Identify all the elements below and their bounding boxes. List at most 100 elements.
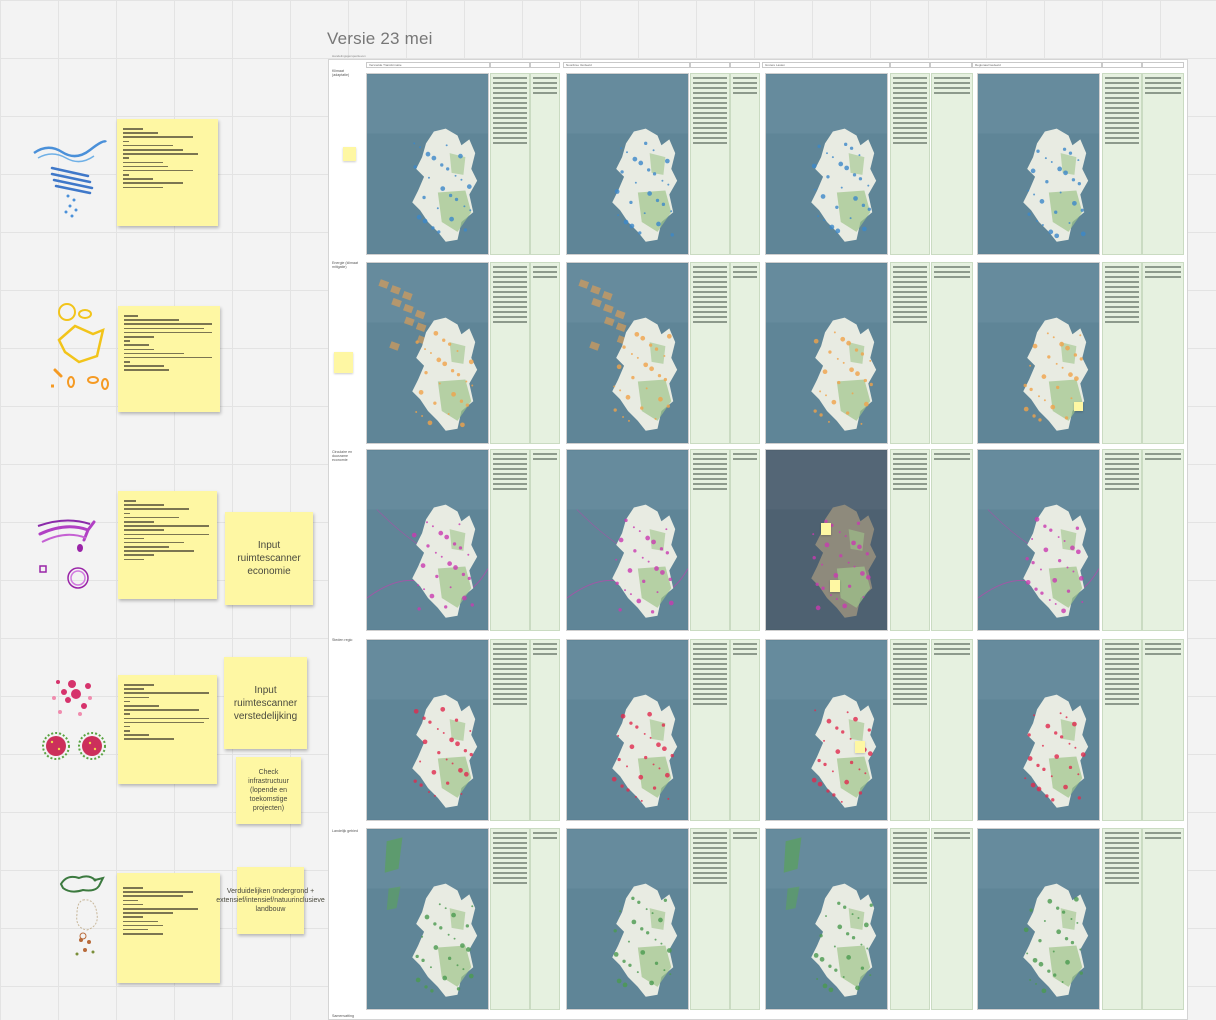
sticky-input-verstedelijking[interactable]: Input ruimtescanner verstedelijking: [224, 657, 307, 749]
notes-column[interactable]: [1142, 449, 1184, 631]
mini-sticky-economie-a[interactable]: [821, 523, 831, 535]
mini-sticky-energie[interactable]: [334, 352, 353, 373]
notes-column[interactable]: [1102, 828, 1142, 1010]
notes-column[interactable]: [890, 639, 930, 821]
sticky-check-infrastructuur[interactable]: Check infrastructuur (lopende en toekoms…: [236, 757, 301, 824]
notes-column[interactable]: [690, 639, 730, 821]
map-thumbnail[interactable]: [765, 262, 888, 444]
sticky-input-economie[interactable]: Input ruimtescanner economie: [225, 512, 313, 605]
notes-column[interactable]: [690, 449, 730, 631]
notes-column[interactable]: [730, 639, 760, 821]
notes-column[interactable]: [1102, 262, 1142, 444]
mini-sticky-klimaat[interactable]: [343, 147, 356, 161]
notes-column[interactable]: [931, 828, 973, 1010]
note-line: [493, 862, 527, 864]
map-thumbnail[interactable]: [977, 449, 1100, 631]
landelijk-doodle-icon[interactable]: [55, 870, 115, 960]
note-line: [1105, 653, 1139, 655]
notes-column[interactable]: [690, 828, 730, 1010]
map-thumbnail[interactable]: [977, 73, 1100, 255]
notes-column[interactable]: [1142, 262, 1184, 444]
notes-column[interactable]: [530, 73, 560, 255]
notes-column[interactable]: [931, 73, 973, 255]
note-line: [893, 698, 927, 700]
map-thumbnail[interactable]: [566, 828, 689, 1010]
notes-column[interactable]: [1142, 73, 1184, 255]
notes-column[interactable]: [1142, 639, 1184, 821]
notes-column[interactable]: [530, 262, 560, 444]
note-line: [893, 301, 927, 303]
note-line: [893, 87, 927, 89]
map-thumbnail[interactable]: [977, 262, 1100, 444]
map-thumbnail[interactable]: [566, 639, 689, 821]
notes-column[interactable]: [890, 449, 930, 631]
note-line: [533, 77, 557, 79]
water-doodle-icon[interactable]: [30, 128, 110, 220]
map-thumbnail[interactable]: [765, 828, 888, 1010]
map-thumbnail[interactable]: [566, 262, 689, 444]
note-line: [893, 316, 927, 318]
notes-column[interactable]: [690, 262, 730, 444]
note-line: [693, 87, 727, 89]
sticky-energie-legend[interactable]: [118, 306, 220, 412]
energie-doodle-icon[interactable]: [45, 300, 120, 395]
map-thumbnail[interactable]: [366, 73, 489, 255]
note-line: [1105, 648, 1139, 650]
sticky-water-legend[interactable]: [117, 119, 218, 226]
notes-column[interactable]: [890, 73, 930, 255]
notes-column[interactable]: [730, 449, 760, 631]
note-line: [893, 658, 927, 660]
note-line: [493, 847, 527, 849]
notes-column[interactable]: [890, 262, 930, 444]
notes-column[interactable]: [931, 639, 973, 821]
note-line: [493, 306, 527, 308]
mini-sticky-steden[interactable]: [855, 741, 865, 753]
map-thumbnail[interactable]: [765, 449, 888, 631]
notes-column[interactable]: [490, 262, 530, 444]
note-line: [893, 281, 927, 283]
note-line: [1105, 837, 1139, 839]
notes-column[interactable]: [490, 73, 530, 255]
note-line: [693, 102, 727, 104]
notes-column[interactable]: [1102, 449, 1142, 631]
notes-column[interactable]: [490, 639, 530, 821]
notes-column[interactable]: [1142, 828, 1184, 1010]
map-thumbnail[interactable]: [765, 73, 888, 255]
notes-column[interactable]: [931, 449, 973, 631]
map-thumbnail[interactable]: [366, 262, 489, 444]
notes-column[interactable]: [530, 639, 560, 821]
notes-column[interactable]: [890, 828, 930, 1010]
map-thumbnail[interactable]: [566, 449, 689, 631]
notes-column[interactable]: [730, 73, 760, 255]
note-line: [893, 137, 927, 139]
map-thumbnail[interactable]: [366, 449, 489, 631]
notes-column[interactable]: [1102, 639, 1142, 821]
notes-column[interactable]: [730, 262, 760, 444]
map-thumbnail[interactable]: [566, 73, 689, 255]
sticky-verduidelijken-landbouw[interactable]: Verduidelijken ondergrond + extensief/in…: [216, 867, 325, 934]
notes-column[interactable]: [931, 262, 973, 444]
note-line: [493, 102, 527, 104]
map-thumbnail[interactable]: [765, 639, 888, 821]
economie-doodle-icon[interactable]: [36, 512, 101, 594]
notes-column[interactable]: [690, 73, 730, 255]
sticky-landelijk-legend[interactable]: [117, 873, 220, 983]
notes-column[interactable]: [530, 449, 560, 631]
column-header-2: Noordzee Verdeeld: [563, 62, 690, 68]
notes-column[interactable]: [530, 828, 560, 1010]
map-thumbnail[interactable]: [977, 639, 1100, 821]
sticky-steden-legend[interactable]: [118, 675, 217, 784]
map-thumbnail[interactable]: [366, 828, 489, 1010]
sticky-economie-legend[interactable]: [118, 491, 217, 599]
notes-column[interactable]: [490, 828, 530, 1010]
note-line: [893, 127, 927, 129]
steden-doodle-icon[interactable]: [40, 672, 120, 772]
notes-column[interactable]: [1102, 73, 1142, 255]
map-thumbnail[interactable]: [977, 828, 1100, 1010]
mini-sticky-energie-b[interactable]: [1074, 402, 1083, 411]
note-line: [893, 832, 927, 834]
map-thumbnail[interactable]: [366, 639, 489, 821]
mini-sticky-economie-b[interactable]: [830, 580, 840, 592]
notes-column[interactable]: [490, 449, 530, 631]
notes-column[interactable]: [730, 828, 760, 1010]
